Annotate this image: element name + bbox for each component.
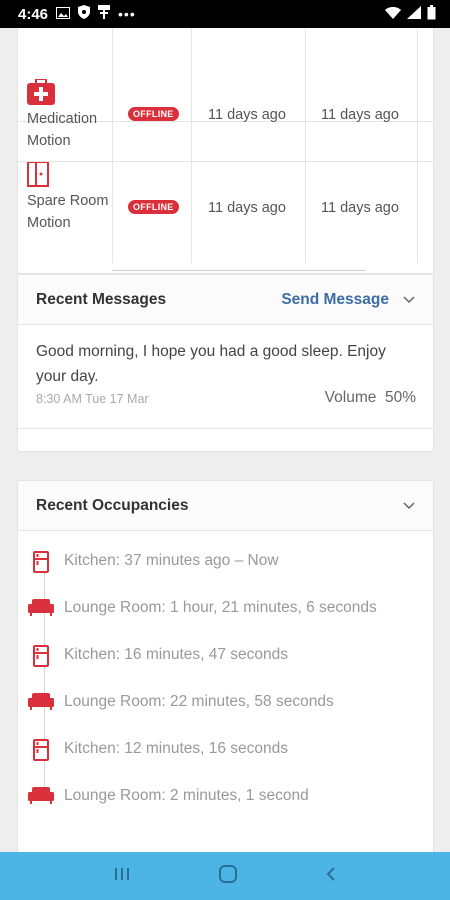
- device-name: Medication Motion: [27, 111, 98, 149]
- sofa-icon: [18, 786, 64, 804]
- device-row[interactable]: Medication Motion OFFLINE 11 days ago 11…: [18, 28, 433, 149]
- recent-messages-card: Recent Messages Send Message Good mornin…: [17, 274, 434, 452]
- content-scroll[interactable]: Medication Motion OFFLINE 11 days ago 11…: [0, 28, 450, 852]
- occupancy-text: Kitchen: 37 minutes ago – Now: [64, 552, 279, 569]
- occupancy-text: Kitchen: 16 minutes, 47 seconds: [64, 646, 289, 663]
- last-seen: 11 days ago: [321, 107, 399, 123]
- gallery-icon: [56, 6, 71, 23]
- occupancy-item: Kitchen: 37 minutes ago – Now: [18, 551, 433, 598]
- status-badge: OFFLINE: [128, 200, 179, 214]
- recent-apps-button[interactable]: [113, 866, 131, 887]
- more-dots-icon: •••: [118, 6, 136, 22]
- status-time: 4:46: [18, 5, 49, 23]
- message-text: Good morning, I hope you had a good slee…: [36, 343, 386, 385]
- last-seen: 11 days ago: [321, 200, 399, 216]
- message-item: Good morning, I hope you had a good slee…: [18, 325, 433, 429]
- horizontal-scrollbar[interactable]: [112, 270, 366, 271]
- back-button[interactable]: [325, 866, 337, 887]
- signal-icon: [407, 5, 421, 23]
- occupancy-item: Lounge Room: 2 minutes, 1 second: [18, 786, 433, 833]
- sofa-icon: [18, 598, 64, 616]
- medication-kit-icon: [27, 78, 55, 110]
- occupancy-text: Lounge Room: 22 minutes, 58 seconds: [64, 693, 334, 710]
- occupancy-item: Kitchen: 12 minutes, 16 seconds: [18, 739, 433, 786]
- occupancy-text: Kitchen: 12 minutes, 16 seconds: [64, 740, 289, 757]
- home-button[interactable]: [218, 864, 238, 889]
- message-volume: Volume 50%: [324, 389, 416, 406]
- usb-icon: [98, 5, 111, 23]
- fridge-icon: [18, 739, 64, 761]
- sofa-icon: [18, 692, 64, 710]
- occupancy-item: Lounge Room: 22 minutes, 58 seconds: [18, 692, 433, 739]
- status-badge: OFFLINE: [128, 107, 179, 121]
- recent-messages-title: Recent Messages: [36, 290, 167, 308]
- last-seen: 11 days ago: [208, 107, 286, 123]
- recent-occupancies-card: Recent Occupancies Kitchen: 37 minutes a…: [17, 480, 434, 852]
- last-seen: 11 days ago: [208, 200, 286, 216]
- recent-messages-header: Recent Messages Send Message: [18, 275, 433, 325]
- devices-table-card: Medication Motion OFFLINE 11 days ago 11…: [17, 28, 434, 274]
- battery-icon: [427, 4, 436, 24]
- occupancy-text: Lounge Room: 2 minutes, 1 second: [64, 787, 309, 804]
- device-name: Spare Room Motion: [27, 193, 109, 231]
- recent-occupancies-title: Recent Occupancies: [36, 496, 189, 514]
- door-icon: [27, 161, 51, 192]
- chevron-down-icon[interactable]: [403, 497, 415, 515]
- navigation-bar: [0, 852, 450, 900]
- send-message-button[interactable]: Send Message: [281, 291, 389, 309]
- row-divider: [18, 161, 433, 162]
- fridge-icon: [18, 551, 64, 573]
- recent-occupancies-header: Recent Occupancies: [18, 481, 433, 531]
- device-row[interactable]: Spare Room Motion OFFLINE 11 days ago 11…: [18, 161, 433, 264]
- status-bar: 4:46 •••: [0, 0, 450, 28]
- occupancy-item: Kitchen: 16 minutes, 47 seconds: [18, 645, 433, 692]
- chevron-down-icon[interactable]: [403, 291, 415, 309]
- occupancy-item: Lounge Room: 1 hour, 21 minutes, 6 secon…: [18, 598, 433, 645]
- shield-icon: [78, 5, 91, 23]
- occupancy-text: Lounge Room: 1 hour, 21 minutes, 6 secon…: [64, 599, 377, 616]
- wifi-icon: [385, 6, 401, 23]
- occupancy-timeline: Kitchen: 37 minutes ago – Now Lounge Roo…: [18, 531, 433, 833]
- fridge-icon: [18, 645, 64, 667]
